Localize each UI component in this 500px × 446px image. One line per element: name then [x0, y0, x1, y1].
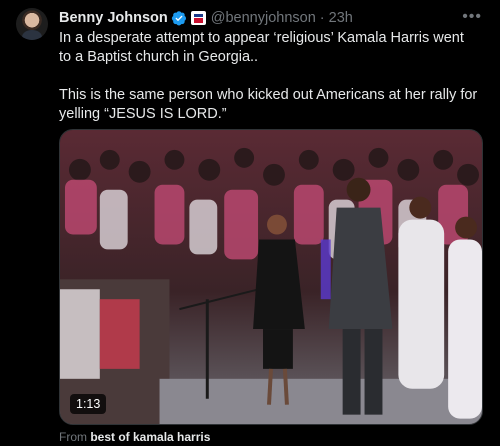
- avatar[interactable]: [16, 8, 48, 40]
- author-name[interactable]: Benny Johnson: [59, 10, 168, 26]
- video-frame: [60, 130, 482, 424]
- tweet-time[interactable]: 23h: [329, 10, 353, 26]
- tweet[interactable]: Benny Johnson @bennyjohnson · 23h ••• In…: [0, 0, 500, 446]
- author-handle[interactable]: @bennyjohnson: [211, 10, 316, 26]
- video-player[interactable]: 1:13: [59, 129, 483, 425]
- affiliate-flag-icon[interactable]: [190, 11, 206, 25]
- source-attribution: From best of kamala harris: [59, 430, 210, 444]
- time-separator: ·: [319, 10, 325, 26]
- tweet-text: In a desperate attempt to appear ‘religi…: [59, 29, 479, 124]
- verified-badge-icon: [171, 11, 186, 26]
- tweet-text-line-1: In a desperate attempt to appear ‘religi…: [59, 30, 464, 65]
- video-duration: 1:13: [70, 394, 107, 414]
- tweet-text-line-2: This is the same person who kicked out A…: [59, 87, 478, 122]
- source-prefix: From: [59, 430, 87, 444]
- source-link[interactable]: best of kamala harris: [90, 430, 210, 444]
- tweet-header: Benny Johnson @bennyjohnson · 23h: [59, 9, 353, 27]
- more-icon[interactable]: •••: [462, 8, 482, 26]
